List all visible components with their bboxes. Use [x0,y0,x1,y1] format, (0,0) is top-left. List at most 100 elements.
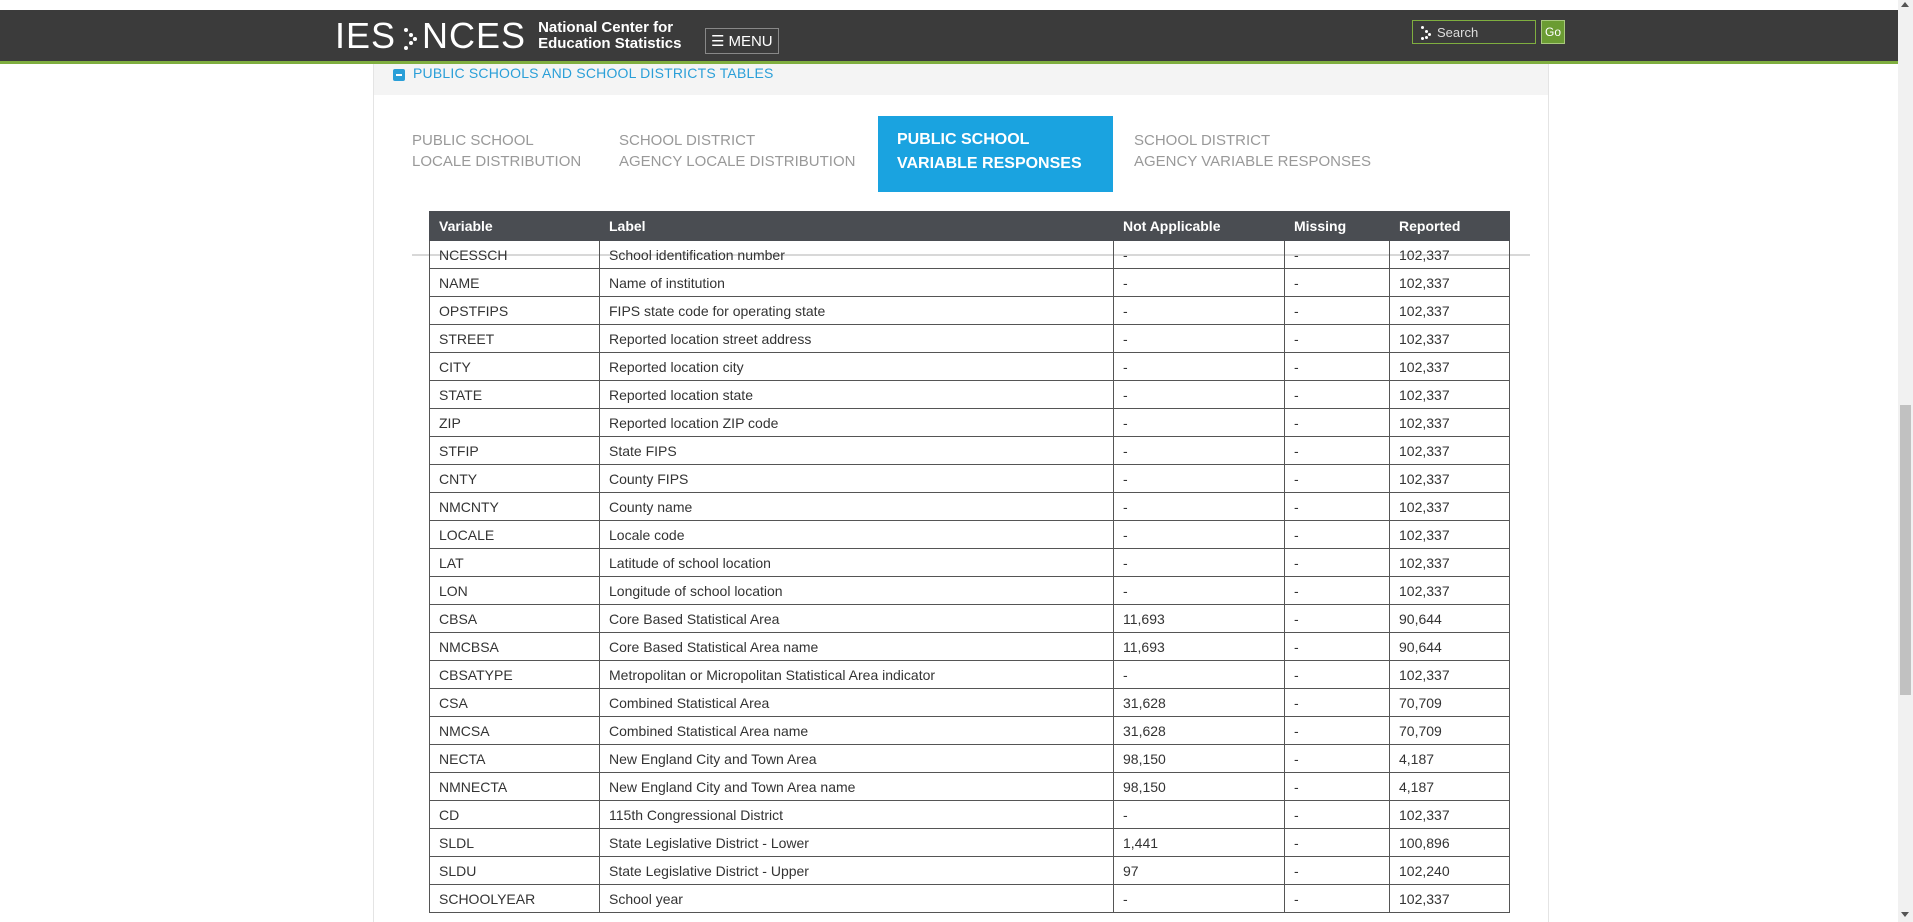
cell-variable: LAT [429,548,600,577]
cell-missing: - [1284,772,1390,801]
cell-missing: - [1284,688,1390,717]
cell-variable: NMCNTY [429,492,600,521]
scroll-up-arrow-icon[interactable] [1901,2,1909,7]
table-row: CNTY County FIPS - -102,337 [429,464,1510,493]
scroll-thumb[interactable] [1900,405,1911,695]
tab-public-school-locale-distribution[interactable]: PUBLIC SCHOOL LOCALE DISTRIBUTION [412,116,612,192]
collapse-minus-icon[interactable] [393,69,405,81]
logo-dots-icon [400,22,418,50]
tab-label-line2: AGENCY VARIABLE RESPONSES [1134,153,1372,170]
search-go-button[interactable]: Go [1541,20,1565,44]
cell-variable: STREET [429,324,600,353]
variable-responses-table: Variable Label Not Applicable Missing Re… [429,211,1510,913]
cell-not-applicable: - [1113,324,1285,353]
cell-label: Reported location state [599,380,1114,409]
cell-label: Latitude of school location [599,548,1114,577]
cell-label: Combined Statistical Area [599,688,1114,717]
cell-label: Core Based Statistical Area name [599,632,1114,661]
table-row: SCHOOLYEAR School year - -102,337 [429,884,1510,913]
cell-variable: LOCALE [429,520,600,549]
cell-missing: - [1284,800,1390,829]
tab-school-district-agency-variable-responses[interactable]: SCHOOL DISTRICT AGENCY VARIABLE RESPONSE… [1134,116,1434,192]
cell-reported: 102,337 [1389,520,1510,549]
table-row: NMCBSA Core Based Statistical Area name 11… [429,632,1510,661]
tab-label-line2: AGENCY LOCALE DISTRIBUTION [619,153,856,170]
cell-variable: NMNECTA [429,772,600,801]
cell-reported: 102,337 [1389,884,1510,913]
cell-reported: 102,337 [1389,464,1510,493]
cell-reported: 102,337 [1389,436,1510,465]
search-input[interactable] [1435,23,1535,41]
cell-reported: 102,337 [1389,296,1510,325]
column-header-variable: Variable [429,211,600,241]
cell-missing: - [1284,884,1390,913]
cell-not-applicable: - [1113,660,1285,689]
logo-line2: Education Statistics [538,35,682,52]
ies-nces-logo[interactable]: IES NCES National Center for Education S… [335,18,681,54]
table-header-row: Variable Label Not Applicable Missing Re… [429,211,1510,241]
tab-school-district-agency-locale-distribution[interactable]: SCHOOL DISTRICT AGENCY LOCALE DISTRIBUTI… [619,116,869,192]
column-header-not-applicable: Not Applicable [1113,211,1285,241]
table-row: NECTA New England City and Town Area 98,15… [429,744,1510,773]
table-row: STFIP State FIPS - -102,337 [429,436,1510,465]
section-title[interactable]: PUBLIC SCHOOLS AND SCHOOL DISTRICTS TABL… [413,65,774,81]
table-row: CSA Combined Statistical Area 31,628-70,70… [429,688,1510,717]
cell-reported: 102,337 [1389,408,1510,437]
table-row: NMNECTA New England City and Town Area na… [429,772,1510,801]
site-header: IES NCES National Center for Education S… [0,10,1898,64]
cell-reported: 102,337 [1389,240,1510,269]
cell-missing: - [1284,828,1390,857]
cell-reported: 102,337 [1389,576,1510,605]
cell-variable: CITY [429,352,600,381]
cell-label: 115th Congressional District [599,800,1114,829]
cell-missing: - [1284,268,1390,297]
cell-label: Reported location ZIP code [599,408,1114,437]
cell-reported: 102,337 [1389,660,1510,689]
cell-not-applicable: 11,693 [1113,632,1285,661]
scroll-down-arrow-icon[interactable] [1901,912,1909,917]
cell-not-applicable: 11,693 [1113,604,1285,633]
cell-label: Reported location street address [599,324,1114,353]
tab-public-school-variable-responses[interactable]: PUBLIC SCHOOL VARIABLE RESPONSES [878,116,1113,192]
cell-missing: - [1284,632,1390,661]
cell-not-applicable: - [1113,492,1285,521]
table-row: STATE Reported location state - -102,337 [429,380,1510,409]
cell-not-applicable: - [1113,520,1285,549]
cell-reported: 102,337 [1389,492,1510,521]
top-strip [0,0,1898,10]
table-row: CD 115th Congressional District - -102,337 [429,800,1510,829]
cell-variable: STATE [429,380,600,409]
cell-missing: - [1284,604,1390,633]
cell-not-applicable: - [1113,800,1285,829]
menu-label: MENU [728,32,773,50]
cell-missing: - [1284,548,1390,577]
cell-label: County name [599,492,1114,521]
cell-missing: - [1284,408,1390,437]
cell-variable: CSA [429,688,600,717]
menu-button[interactable]: ☰ MENU [705,28,779,54]
cell-label: FIPS state code for operating state [599,296,1114,325]
column-header-label: Label [599,211,1114,241]
cell-variable: ZIP [429,408,600,437]
logo-nces: NCES [422,15,527,56]
cell-not-applicable: - [1113,296,1285,325]
cell-label: School year [599,884,1114,913]
cell-variable: NMCBSA [429,632,600,661]
cell-reported: 102,337 [1389,352,1510,381]
variable-responses-table-wrap: Variable Label Not Applicable Missing Re… [429,211,1510,913]
cell-reported: 102,337 [1389,380,1510,409]
table-row: NCESSCH School identification number - -102… [429,240,1510,269]
cell-missing: - [1284,380,1390,409]
section-header[interactable]: PUBLIC SCHOOLS AND SCHOOL DISTRICTS TABL… [374,64,1548,95]
column-header-missing: Missing [1284,211,1390,241]
table-row: NMCSA Combined Statistical Area name 31,62… [429,716,1510,745]
table-row: LOCALE Locale code - -102,337 [429,520,1510,549]
cell-variable: SLDU [429,856,600,885]
cell-label: State FIPS [599,436,1114,465]
cell-missing: - [1284,492,1390,521]
cell-variable: NMCSA [429,716,600,745]
cell-missing: - [1284,856,1390,885]
cell-label: Combined Statistical Area name [599,716,1114,745]
page-scrollbar[interactable] [1898,0,1913,922]
cell-variable: CD [429,800,600,829]
